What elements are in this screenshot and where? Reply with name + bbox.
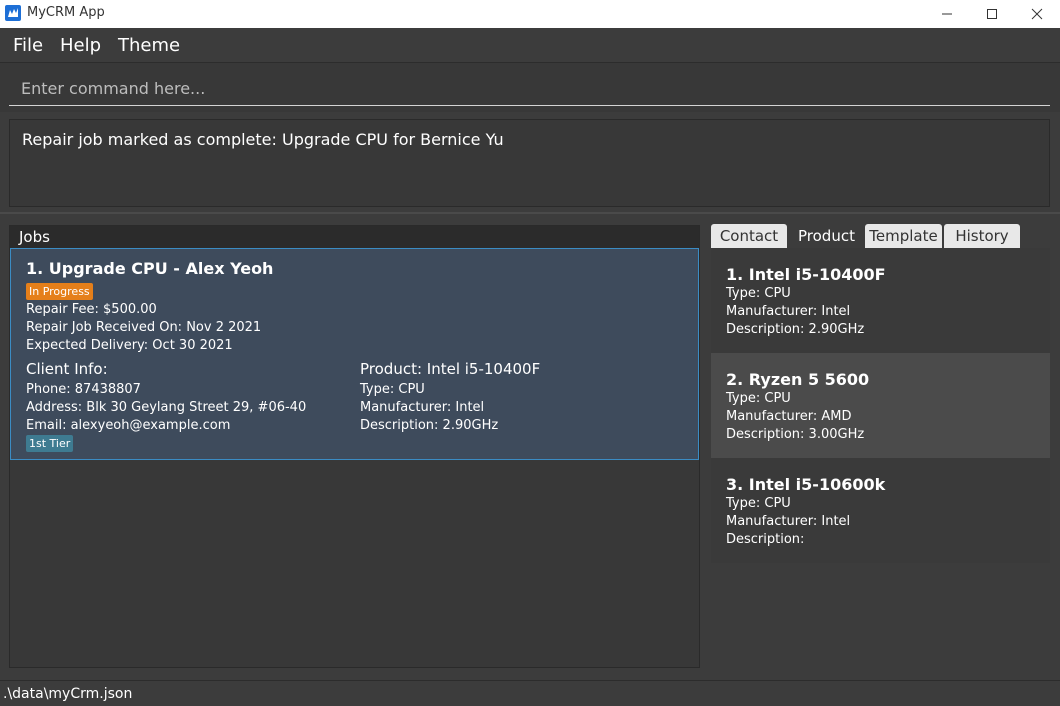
- status-bar: .\data\myCrm.json: [0, 680, 1060, 706]
- product-description: Description: 2.90GHz: [360, 418, 499, 433]
- command-input[interactable]: [9, 71, 1050, 106]
- job-title: 1. Upgrade CPU - Alex Yeoh: [26, 259, 274, 278]
- close-button[interactable]: [1014, 0, 1060, 28]
- product-list: 1. Intel i5-10400F Type: CPU Manufacture…: [711, 248, 1050, 563]
- product-type: Type: CPU: [726, 391, 791, 406]
- result-message: Repair job marked as complete: Upgrade C…: [22, 130, 504, 149]
- product-description: Description: 3.00GHz: [726, 427, 865, 442]
- repair-fee: Repair Fee: $500.00: [26, 302, 157, 317]
- list-item[interactable]: 3. Intel i5-10600k Type: CPU Manufacture…: [711, 458, 1050, 563]
- product-description: Description:: [726, 532, 805, 547]
- product-manufacturer: Manufacturer: Intel: [726, 514, 851, 529]
- data-file-path: .\data\myCrm.json: [3, 686, 133, 702]
- product-name: 3. Intel i5-10600k: [726, 475, 886, 494]
- tab-contact[interactable]: Contact: [711, 224, 787, 248]
- product-manufacturer: Manufacturer: Intel: [726, 304, 851, 319]
- job-card[interactable]: 1. Upgrade CPU - Alex Yeoh In Progress R…: [10, 248, 699, 460]
- title-bar: MyCRM App: [0, 0, 1060, 28]
- app-icon: [5, 5, 21, 21]
- minimize-button[interactable]: [924, 0, 970, 28]
- tab-product[interactable]: Product: [790, 224, 863, 248]
- client-info-heading: Client Info:: [26, 360, 108, 378]
- close-icon: [1031, 8, 1043, 20]
- product-manufacturer: Manufacturer: AMD: [726, 409, 852, 424]
- panel-divider[interactable]: [0, 212, 1060, 214]
- list-item[interactable]: 2. Ryzen 5 5600 Type: CPU Manufacturer: …: [711, 353, 1050, 458]
- product-name: 1. Intel i5-10400F: [726, 265, 886, 284]
- product-type: Type: CPU: [726, 496, 791, 511]
- status-badge: In Progress: [26, 283, 93, 300]
- result-display: Repair job marked as complete: Upgrade C…: [9, 119, 1050, 207]
- tier-badge: 1st Tier: [26, 435, 74, 452]
- jobs-panel: Jobs 1. Upgrade CPU - Alex Yeoh In Progr…: [9, 225, 700, 668]
- client-phone: Phone: 87438807: [26, 382, 141, 397]
- maximize-button[interactable]: [969, 0, 1015, 28]
- list-item[interactable]: 1. Intel i5-10400F Type: CPU Manufacture…: [711, 248, 1050, 353]
- client-email: Email: alexyeoh@example.com: [26, 418, 231, 433]
- client-address: Address: Blk 30 Geylang Street 29, #06-4…: [26, 400, 307, 415]
- tab-template[interactable]: Template: [865, 224, 942, 248]
- maximize-icon: [987, 9, 997, 19]
- product-description: Description: 2.90GHz: [726, 322, 865, 337]
- product-type: Type: CPU: [360, 382, 425, 397]
- product-name: 2. Ryzen 5 5600: [726, 370, 870, 389]
- menu-help[interactable]: Help: [60, 35, 101, 56]
- product-type: Type: CPU: [726, 286, 791, 301]
- jobs-header: Jobs: [10, 226, 699, 248]
- minimize-icon: [942, 13, 952, 15]
- product-heading: Product: Intel i5-10400F: [360, 360, 541, 378]
- jobs-title: Jobs: [19, 228, 50, 246]
- window-title: MyCRM App: [27, 5, 105, 20]
- received-date: Repair Job Received On: Nov 2 2021: [26, 320, 262, 335]
- menu-file[interactable]: File: [13, 35, 43, 56]
- menu-theme[interactable]: Theme: [118, 35, 180, 56]
- menu-bar: File Help Theme: [0, 28, 1060, 63]
- expected-delivery: Expected Delivery: Oct 30 2021: [26, 338, 233, 353]
- tab-history[interactable]: History: [944, 224, 1020, 248]
- product-manufacturer: Manufacturer: Intel: [360, 400, 485, 415]
- command-box: [0, 63, 1060, 112]
